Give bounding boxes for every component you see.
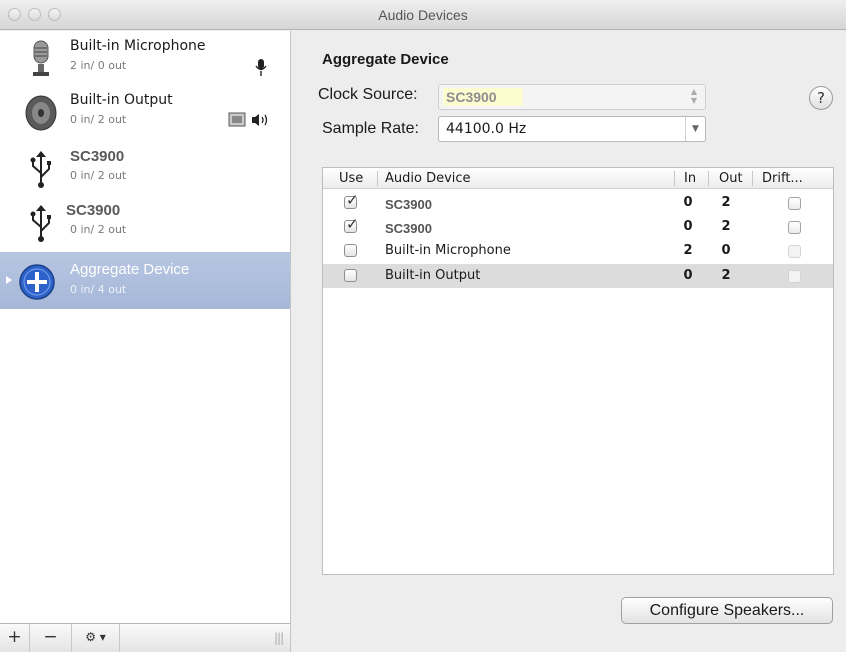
device-cell: Built-in Microphone	[385, 243, 511, 258]
device-io: 0 in/ 2 out	[70, 113, 127, 126]
drift-correction-checkbox[interactable]	[788, 197, 801, 210]
out-cell: 2	[721, 219, 731, 234]
clock-source-label: Clock Source:	[318, 86, 418, 103]
use-checkbox[interactable]	[344, 269, 357, 282]
drift-correction-checkbox	[788, 270, 801, 283]
dropdown-arrow-icon: ▼	[685, 117, 705, 141]
sample-rate-select[interactable]: 44100.0 Hz ▼	[438, 116, 706, 142]
out-cell: 2	[721, 195, 731, 210]
device-name: Built-in Output	[70, 92, 173, 108]
device-title: Aggregate Device	[322, 51, 449, 68]
device-io: 0 in/ 4 out	[70, 283, 127, 296]
device-item-built-in-microphone[interactable]: Built-in Microphone 2 in/ 0 out	[0, 31, 290, 85]
window-title: Audio Devices	[378, 7, 468, 23]
speaker-icon	[25, 95, 57, 131]
title-bar: Audio Devices	[0, 0, 846, 30]
sample-rate-label: Sample Rate:	[322, 120, 419, 137]
mic-badge-icon	[255, 59, 267, 76]
device-item-sc3900-1[interactable]: SC3900 0 in/ 2 out	[0, 141, 290, 195]
usb-icon	[30, 151, 51, 188]
device-name: SC3900	[70, 148, 125, 165]
device-item-built-in-output[interactable]: Built-in Output 0 in/ 2 out	[0, 85, 290, 139]
device-cell: Built-in Output	[385, 268, 481, 283]
table-row[interactable]: Built-in Output 0 2	[323, 264, 833, 288]
stepper-arrows-icon: ▲ ▼	[690, 87, 697, 105]
aggregate-plus-icon	[19, 264, 55, 300]
clock-source-select[interactable]: SC3900 ▲ ▼	[438, 84, 706, 110]
in-cell: 0	[683, 195, 693, 210]
in-cell: 0	[683, 268, 693, 283]
column-header-audio-device[interactable]: Audio Device	[385, 171, 471, 186]
device-io: 0 in/ 2 out	[70, 223, 127, 236]
disclosure-triangle-icon[interactable]	[5, 275, 13, 285]
resize-grip-icon[interactable]: |||	[274, 631, 284, 645]
add-device-button[interactable]: +	[0, 624, 30, 652]
aggregate-device-table: Use Audio Device In Out Drift... ✓ SC390…	[322, 167, 834, 575]
table-row[interactable]: Built-in Microphone 2 0	[323, 239, 833, 263]
device-item-aggregate-device[interactable]: Aggregate Device 0 in/ 4 out	[0, 252, 290, 309]
device-name: Aggregate Device	[70, 261, 190, 278]
sample-rate-value: 44100.0 Hz	[446, 121, 527, 137]
drift-correction-checkbox	[788, 245, 801, 258]
device-io: 2 in/ 0 out	[70, 59, 127, 72]
drift-correction-checkbox[interactable]	[788, 221, 801, 234]
device-cell: SC3900	[385, 221, 432, 236]
gear-menu-button[interactable]: ⚙ ▾	[72, 624, 120, 652]
device-io: 0 in/ 2 out	[70, 169, 127, 182]
table-header: Use Audio Device In Out Drift...	[323, 168, 833, 189]
out-cell: 0	[721, 243, 731, 258]
column-header-out[interactable]: Out	[719, 171, 743, 186]
column-header-in[interactable]: In	[684, 171, 696, 186]
configure-speakers-button[interactable]: Configure Speakers...	[621, 597, 833, 624]
table-row[interactable]: ✓ SC3900 0 2	[323, 191, 833, 215]
use-checkbox[interactable]	[344, 244, 357, 257]
in-cell: 2	[683, 243, 693, 258]
device-item-sc3900-2[interactable]: SC3900 0 in/ 2 out	[0, 195, 290, 249]
use-checkbox[interactable]: ✓	[344, 215, 359, 233]
help-button[interactable]: ?	[809, 86, 833, 110]
device-name: Built-in Microphone	[70, 38, 206, 54]
device-cell: SC3900	[385, 197, 432, 212]
microphone-icon	[33, 40, 49, 76]
use-checkbox[interactable]: ✓	[344, 191, 359, 209]
clock-source-value: SC3900	[443, 88, 523, 106]
output-badge-icon	[228, 112, 268, 127]
table-row[interactable]: ✓ SC3900 0 2	[323, 215, 833, 239]
checkmark-icon: ✓	[346, 191, 359, 209]
in-cell: 0	[683, 219, 693, 234]
sidebar-toolbar: + − ⚙ ▾ |||	[0, 623, 291, 652]
remove-device-button[interactable]: −	[30, 624, 72, 652]
checkmark-icon: ✓	[346, 215, 359, 233]
column-header-drift[interactable]: Drift...	[762, 171, 803, 186]
device-name: SC3900	[66, 202, 121, 219]
column-header-use[interactable]: Use	[339, 171, 363, 186]
device-sidebar: Built-in Microphone 2 in/ 0 out Built-in…	[0, 31, 291, 623]
out-cell: 2	[721, 268, 731, 283]
usb-icon	[30, 205, 51, 242]
